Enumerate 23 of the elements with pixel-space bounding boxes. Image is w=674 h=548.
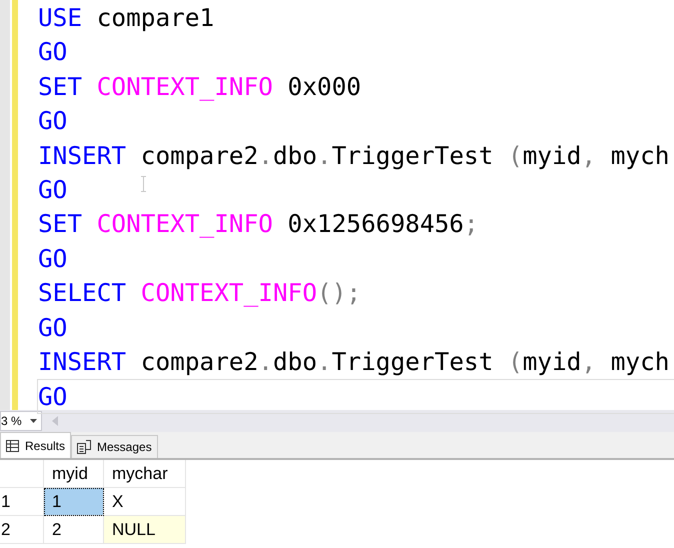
- code-line: INSERT compare2.dbo.TriggerTest (myid, mych: [37, 346, 670, 378]
- zoom-dropdown[interactable]: 3 %: [0, 411, 42, 431]
- results-tab[interactable]: Messages: [71, 435, 158, 458]
- code-line: GO: [37, 242, 68, 275]
- column-header: mychar: [104, 460, 186, 488]
- text-cursor-icon: [140, 176, 147, 192]
- code-line: SET CONTEXT_INFO 0x000: [37, 70, 362, 103]
- code-line: GO: [37, 174, 68, 206]
- document-icon: [77, 440, 92, 454]
- table-cell[interactable]: 1: [44, 488, 104, 516]
- code-line: SELECT CONTEXT_INFO();: [37, 277, 362, 310]
- code-line: INSERT compare2.dbo.TriggerTest (myid, mych: [37, 140, 670, 172]
- results-tab[interactable]: Results: [0, 432, 72, 458]
- code-line: GO: [37, 312, 68, 344]
- code-line: SET CONTEXT_INFO 0x1256698456;: [37, 208, 479, 240]
- code-line: USE compare1: [37, 2, 214, 34]
- code-line: GO: [37, 379, 674, 414]
- table-cell[interactable]: NULL: [104, 516, 186, 544]
- grid-icon: [6, 440, 19, 452]
- caret-icon[interactable]: [30, 419, 37, 423]
- code-line: GO: [37, 105, 68, 138]
- code-line: GO: [37, 36, 68, 68]
- row-number: 2: [0, 516, 44, 544]
